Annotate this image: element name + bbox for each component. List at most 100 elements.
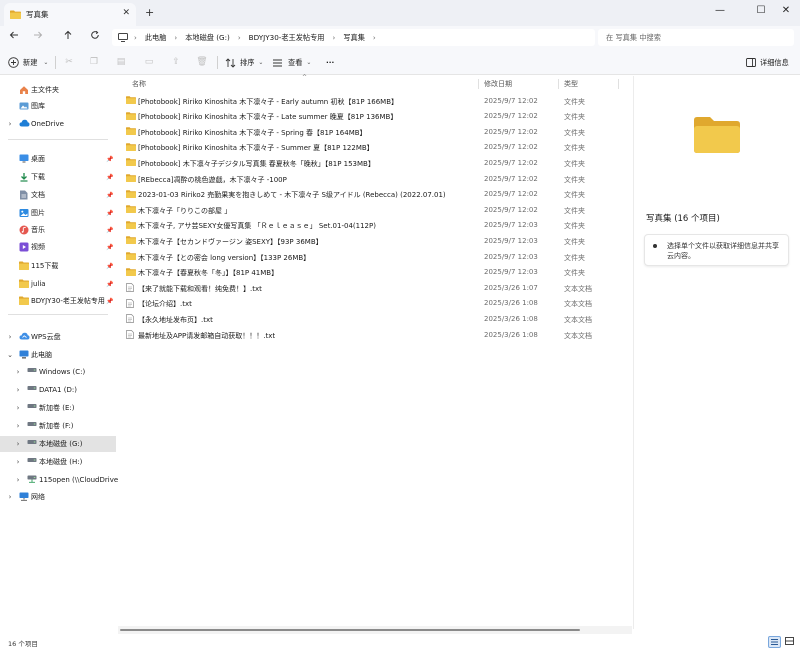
file-row[interactable]: 木下凛々子「りりこの部屋 」 2025/9/7 12:02 文件夹 — [118, 202, 628, 218]
details-view-button[interactable] — [768, 636, 781, 648]
chevron-right-icon[interactable]: › — [6, 120, 14, 128]
file-row[interactable]: 木下凛々子【セカンドヴァージン 姿SEXY】【93P 36MB】 2025/9/7… — [118, 233, 628, 249]
chevron-right-icon[interactable]: › — [6, 493, 14, 501]
column-header-type[interactable]: 类型 — [564, 79, 578, 89]
sidebar-item[interactable]: 下载 📌 — [0, 169, 116, 185]
pin-icon[interactable]: 📌 — [106, 281, 113, 288]
sidebar-item[interactable]: › DATA1 (D:) — [0, 382, 116, 398]
chevron-right-icon[interactable]: › — [14, 458, 22, 466]
tiles-view-button[interactable] — [784, 636, 797, 648]
pin-icon[interactable]: 📌 — [106, 192, 113, 199]
copy-icon[interactable]: ❐ — [88, 56, 100, 68]
file-row[interactable]: 【论坛介绍】.txt 2025/3/26 1:08 文本文档 — [118, 296, 628, 312]
maximize-button[interactable]: ☐ — [751, 3, 771, 19]
file-row[interactable]: 【来了就能下载和观看！纯免费！】.txt 2025/3/26 1:07 文本文档 — [118, 280, 628, 296]
file-row[interactable]: [Photobook] Ririko Kinoshita 木下凛々子 - Lat… — [118, 109, 628, 125]
breadcrumb-current[interactable]: 写真集 — [343, 33, 365, 43]
tab-current[interactable]: 写真集 ✕ — [4, 3, 136, 26]
more-options-button[interactable]: ··· — [326, 55, 334, 70]
pin-icon[interactable]: 📌 — [106, 174, 113, 181]
view-button[interactable]: 查看 ⌄ — [272, 55, 311, 70]
sidebar-item[interactable]: › 115open (\\CloudDrive) — [0, 472, 121, 488]
file-row[interactable]: 【永久地址发布页】.txt 2025/3/26 1:08 文本文档 — [118, 311, 628, 327]
column-header-date[interactable]: 修改日期 — [484, 79, 512, 89]
file-row[interactable]: 最新地址及APP请发邮箱自动获取！！！.txt 2025/3/26 1:08 文本文… — [118, 327, 628, 343]
pin-icon[interactable]: 📌 — [106, 210, 113, 217]
file-row[interactable]: [Photobook] Ririko Kinoshita 木下凛々子 - Ear… — [118, 93, 628, 109]
file-row[interactable]: [Photobook] Ririko Kinoshita 木下凛々子 - Sum… — [118, 140, 628, 156]
sort-button[interactable]: 排序 ⌄ — [225, 55, 263, 70]
chevron-right-icon[interactable]: › — [14, 368, 22, 376]
sidebar-item[interactable]: 文档 📌 — [0, 187, 116, 203]
sidebar-item[interactable]: 图库 — [0, 98, 116, 114]
sidebar-item[interactable]: 桌面 📌 — [0, 151, 116, 167]
breadcrumb-this-pc[interactable]: 此电脑 — [145, 33, 167, 43]
sidebar-item[interactable]: 115下载 📌 — [0, 258, 116, 274]
chevron-right-icon[interactable]: › — [14, 476, 22, 484]
folder-icon — [126, 111, 136, 122]
rename-icon[interactable]: ▭ — [143, 56, 155, 68]
details-pane-button[interactable]: 详细信息 — [746, 55, 789, 70]
chevron-down-icon[interactable]: ⌄ — [6, 351, 14, 359]
new-tab-button[interactable]: + — [145, 6, 154, 19]
horizontal-scrollbar[interactable] — [118, 626, 632, 634]
paste-icon[interactable]: ▤ — [115, 56, 127, 68]
back-button[interactable] — [6, 30, 22, 46]
search-input[interactable]: 在 写真集 中搜索 — [598, 29, 794, 46]
share-icon[interactable]: ⇪ — [170, 56, 182, 68]
minimize-button[interactable]: — — [710, 3, 730, 19]
up-button[interactable] — [60, 30, 76, 46]
file-row[interactable]: [Photobook] Ririko Kinoshita 木下凛々子 - Spr… — [118, 124, 628, 140]
new-button[interactable]: 新建 ⌄ — [8, 55, 48, 70]
tab-close-button[interactable]: ✕ — [122, 8, 130, 18]
file-row[interactable]: 木下凛々子, アサ芸SEXY女優写真集 「Ｒｅｌｅａｓｅ」 Set.01-04(… — [118, 218, 628, 234]
file-name: 木下凛々子【春夏秋冬「冬」】【81P 41MB】 — [138, 269, 279, 278]
file-row[interactable]: [REbecca]凋酔の桃色遊戯，木下凛々子 -100P 2025/9/7 12:… — [118, 171, 628, 187]
cut-icon[interactable]: ✂ — [63, 56, 75, 68]
scrollbar-thumb[interactable] — [120, 629, 580, 631]
sidebar-item[interactable]: BDYJY30-老王发帖专用 📌 — [0, 293, 116, 309]
chevron-right-icon[interactable]: › — [14, 404, 22, 412]
file-row[interactable]: 木下凛々子【春夏秋冬「冬」】【81P 41MB】 2025/9/7 12:03 文件… — [118, 265, 628, 281]
sidebar-item[interactable]: julia 📌 — [0, 276, 116, 292]
sidebar-item-label: 图片 — [31, 209, 45, 217]
forward-button[interactable] — [30, 30, 46, 46]
column-header-name[interactable]: 名称 — [132, 79, 146, 89]
sort-button-label: 排序 — [240, 57, 255, 67]
pin-icon[interactable]: 📌 — [106, 298, 113, 305]
file-row[interactable]: 2023-01-03 Ririko2 売勤果実を抱きしめて - 木下凛々子 S级… — [118, 187, 628, 203]
delete-icon[interactable]: 🗑 — [196, 56, 208, 68]
file-row[interactable]: 木下凛々子【との密会 long version】【133P 26MB】 2025/… — [118, 249, 628, 265]
sidebar-item[interactable]: › 新加卷 (E:) — [0, 400, 116, 416]
sidebar-item[interactable]: 主文件夹 — [0, 82, 116, 98]
breadcrumb-folder[interactable]: BDYJY30-老王发帖专用 — [249, 33, 325, 43]
address-input[interactable]: › 此电脑 › 本地磁盘 (G:) › BDYJY30-老王发帖专用 › 写真集… — [112, 29, 595, 46]
sidebar-item[interactable]: › Windows (C:) — [0, 364, 116, 380]
sidebar-item[interactable]: 图片 📌 — [0, 205, 116, 221]
pin-icon[interactable]: 📌 — [106, 263, 113, 270]
sidebar-item[interactable]: › 本地磁盘 (H:) — [0, 454, 116, 470]
sidebar-item[interactable]: 音乐 📌 — [0, 222, 116, 238]
sidebar-item[interactable]: 视频 📌 — [0, 239, 116, 255]
sidebar-item[interactable]: › 网络 — [0, 489, 116, 505]
sidebar-item[interactable]: › 新加卷 (F:) — [0, 418, 116, 434]
chevron-right-icon[interactable]: › — [6, 333, 14, 341]
close-window-button[interactable]: ✕ — [776, 3, 796, 19]
breadcrumb-drive-g[interactable]: 本地磁盘 (G:) — [185, 33, 230, 43]
chevron-right-icon[interactable]: › — [14, 440, 22, 448]
text-file-icon — [126, 283, 134, 294]
pin-icon[interactable]: 📌 — [106, 244, 113, 251]
pin-icon[interactable]: 📌 — [106, 227, 113, 234]
sidebar-item[interactable]: › WPS云盘 — [0, 329, 116, 345]
chevron-right-icon[interactable]: › — [14, 422, 22, 430]
refresh-button[interactable] — [87, 30, 103, 46]
file-row[interactable]: [Photobook] 木下凛々子デジタル写真集 春夏秋冬「晚秋」【81P 15… — [118, 155, 628, 171]
pin-icon[interactable]: 📌 — [106, 156, 113, 163]
sidebar-item[interactable]: ⌄ 此电脑 — [0, 347, 116, 363]
sidebar-item[interactable]: › 本地磁盘 (G:) — [0, 436, 116, 452]
chevron-right-icon[interactable]: › — [14, 386, 22, 394]
drive-icon — [27, 457, 37, 466]
sidebar-item[interactable]: › OneDrive — [0, 116, 116, 132]
file-modified-date: 2025/9/7 12:02 — [484, 143, 538, 152]
drive-icon — [27, 403, 37, 412]
